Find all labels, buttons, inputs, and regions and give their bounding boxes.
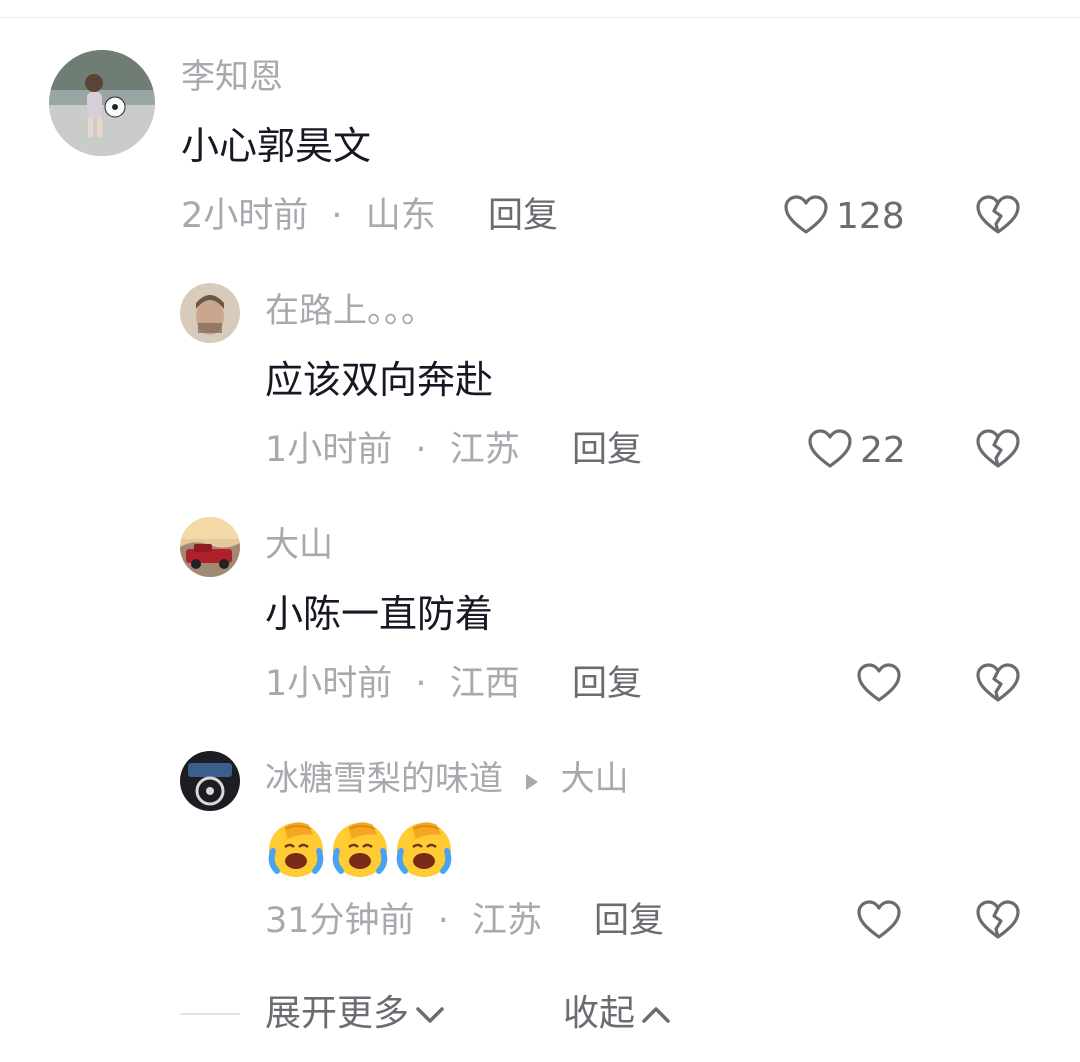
avatar[interactable]: [180, 283, 240, 343]
reply-author-name[interactable]: 冰糖雪梨的味道: [265, 759, 503, 799]
comment-username[interactable]: 大山: [265, 528, 333, 562]
heart-icon: [855, 659, 903, 711]
dislike-button[interactable]: [974, 898, 1022, 946]
comment-text: 应该双向奔赴: [265, 358, 494, 402]
expand-more-button[interactable]: 展开更多: [265, 996, 445, 1032]
comment-time: 2小时前: [181, 196, 309, 236]
avatar[interactable]: [49, 50, 155, 156]
reply-target-name[interactable]: 大山: [561, 759, 629, 799]
comment-text: 小陈一直防着: [265, 592, 494, 636]
expand-divider: [180, 1013, 240, 1015]
reply-button[interactable]: 回复: [572, 433, 642, 468]
comment-text: 小心郭昊文: [181, 124, 372, 168]
like-button[interactable]: [855, 898, 909, 946]
dislike-button[interactable]: [974, 427, 1022, 475]
meta-separator: ·: [437, 901, 449, 941]
comment-emojis: [265, 817, 457, 879]
like-count: 128: [836, 196, 905, 237]
collapse-button[interactable]: 收起: [563, 996, 671, 1032]
meta-separator: ·: [415, 430, 427, 470]
reply-button[interactable]: 回复: [594, 904, 664, 939]
chevron-down-icon: [409, 996, 445, 1032]
comment-time: 1小时前: [265, 430, 393, 470]
comment-location: 江西: [449, 664, 520, 704]
comment-meta: 1小时前 · 江苏: [265, 433, 520, 468]
like-button[interactable]: 22: [806, 427, 906, 475]
broken-heart-icon: [974, 191, 1022, 243]
comment-time: 31分钟前: [265, 901, 415, 941]
comment-username: 冰糖雪梨的味道 大山: [265, 762, 629, 798]
comment-username[interactable]: 在路上。。。: [265, 294, 435, 328]
heart-icon: [782, 191, 830, 243]
heart-icon: [855, 896, 903, 948]
reply-arrow-icon: [524, 764, 540, 798]
comment-location: 江苏: [449, 430, 520, 470]
facepalm-crying-emoji: [329, 817, 391, 879]
comment-time: 1小时前: [265, 664, 393, 704]
reply-button[interactable]: 回复: [572, 667, 642, 702]
comment-meta: 2小时前 · 山东: [181, 199, 436, 234]
broken-heart-icon: [974, 896, 1022, 948]
facepalm-crying-emoji: [393, 817, 455, 879]
avatar[interactable]: [180, 751, 240, 811]
avatar[interactable]: [180, 517, 240, 577]
comment-meta: 31分钟前 · 江苏: [265, 904, 542, 939]
collapse-label: 收起: [563, 993, 636, 1034]
dislike-button[interactable]: [974, 661, 1022, 709]
broken-heart-icon: [974, 425, 1022, 477]
comment-location: 江苏: [471, 901, 542, 941]
dislike-button[interactable]: [974, 193, 1022, 241]
meta-separator: ·: [415, 664, 427, 704]
top-divider: [0, 17, 1080, 18]
like-button[interactable]: [855, 661, 909, 709]
chevron-up-icon: [635, 996, 671, 1032]
comment-meta: 1小时前 · 江西: [265, 667, 520, 702]
broken-heart-icon: [974, 659, 1022, 711]
heart-icon: [806, 425, 854, 477]
like-button[interactable]: 128: [782, 193, 905, 241]
like-count: 22: [860, 430, 906, 471]
facepalm-crying-emoji: [265, 817, 327, 879]
expand-more-label: 展开更多: [265, 993, 410, 1034]
reply-button[interactable]: 回复: [488, 199, 558, 234]
comment-location: 山东: [365, 196, 436, 236]
meta-separator: ·: [331, 196, 343, 236]
comment-username[interactable]: 李知恩: [181, 60, 283, 94]
